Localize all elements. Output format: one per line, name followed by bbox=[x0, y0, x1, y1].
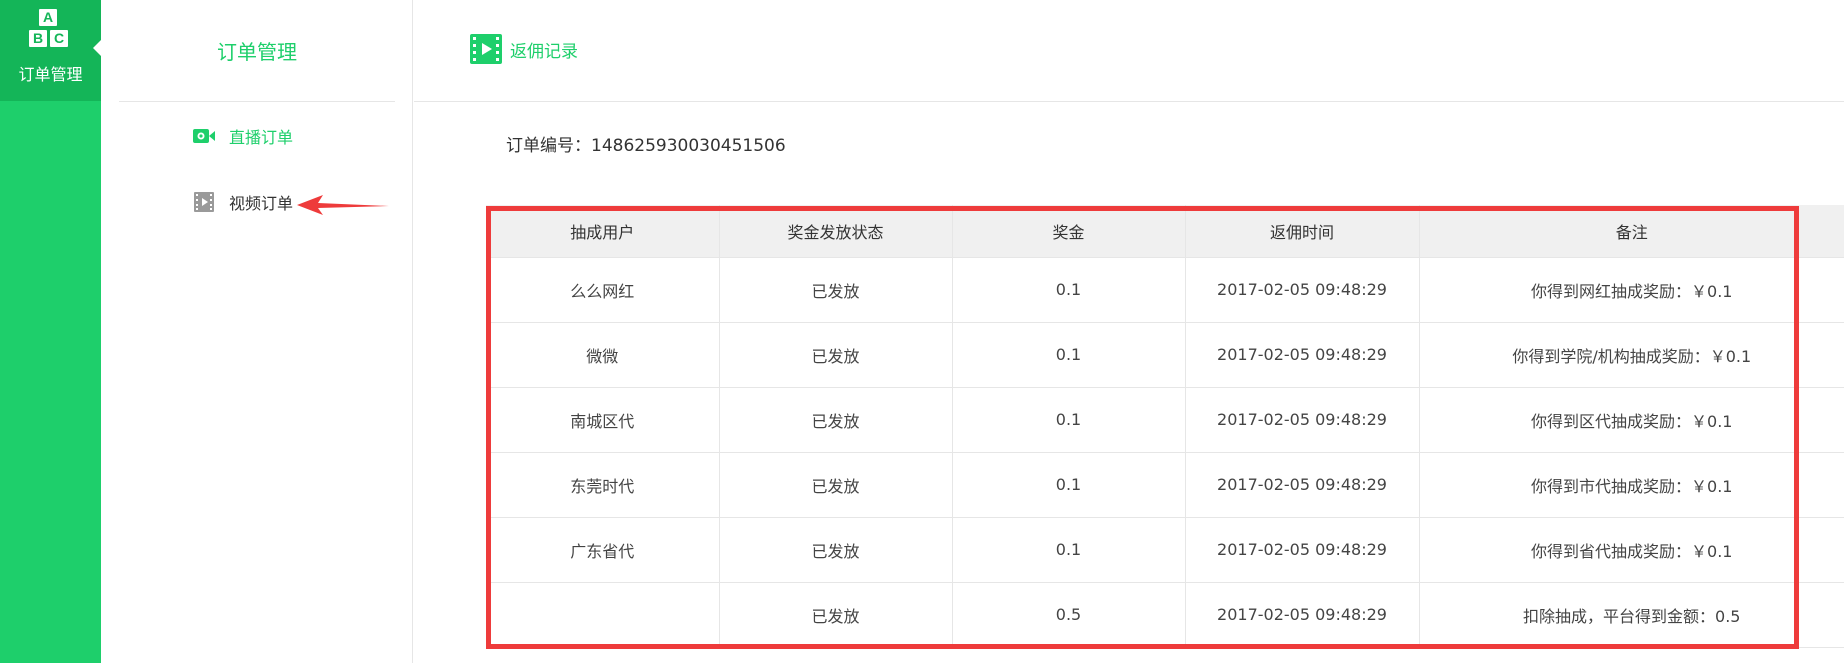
table-row: 东莞时代 已发放 0.1 2017-02-05 09:48:29 你得到市代抽成… bbox=[486, 452, 1844, 518]
table-row: 微微 已发放 0.1 2017-02-05 09:48:29 你得到学院/机构抽… bbox=[486, 322, 1844, 388]
cell-amount: 0.1 bbox=[952, 257, 1186, 323]
table-row: 广东省代 已发放 0.1 2017-02-05 09:48:29 你得到省代抽成… bbox=[486, 517, 1844, 583]
video-play-icon bbox=[470, 34, 502, 64]
submenu-title: 订单管理 bbox=[217, 40, 297, 64]
menu-item-label: 直播订单 bbox=[229, 128, 294, 147]
menu-item-live-orders[interactable]: 直播订单 bbox=[193, 124, 293, 148]
menu-item-label: 视频订单 bbox=[229, 194, 294, 213]
column-header: 返佣时间 bbox=[1185, 205, 1420, 258]
side-rail: A B C 订单管理 bbox=[0, 0, 102, 663]
table-row: 南城区代 已发放 0.1 2017-02-05 09:48:29 你得到区代抽成… bbox=[486, 387, 1844, 453]
column-header: 奖金发放状态 bbox=[719, 205, 953, 258]
table-row: 么么网红 已发放 0.1 2017-02-05 09:48:29 你得到网红抽成… bbox=[486, 257, 1844, 323]
cell-status: 已发放 bbox=[719, 582, 953, 648]
film-icon bbox=[193, 192, 215, 212]
table-header-row: 抽成用户 奖金发放状态 奖金 返佣时间 备注 bbox=[486, 205, 1844, 258]
cell-time: 2017-02-05 09:48:29 bbox=[1185, 582, 1420, 648]
cell-note: 你得到省代抽成奖励：￥0.1 bbox=[1419, 517, 1844, 583]
cell-note: 你得到网红抽成奖励：￥0.1 bbox=[1419, 257, 1844, 323]
cell-user: 广东省代 bbox=[486, 517, 720, 583]
column-header: 备注 bbox=[1419, 205, 1844, 258]
cell-note: 你得到区代抽成奖励：￥0.1 bbox=[1419, 387, 1844, 453]
cell-time: 2017-02-05 09:48:29 bbox=[1185, 322, 1420, 388]
cell-status: 已发放 bbox=[719, 452, 953, 518]
commission-table: 抽成用户 奖金发放状态 奖金 返佣时间 备注 么么网红 已发放 0.1 2017… bbox=[486, 205, 1844, 648]
cell-amount: 0.1 bbox=[952, 322, 1186, 388]
submenu-panel: 订单管理 直播订单 视频订单 bbox=[101, 0, 413, 663]
cell-time: 2017-02-05 09:48:29 bbox=[1185, 257, 1420, 323]
cell-note: 扣除抽成，平台得到金额：0.5 bbox=[1419, 582, 1844, 648]
abc-block-a: A bbox=[39, 9, 57, 26]
cell-amount: 0.1 bbox=[952, 517, 1186, 583]
red-arrow-icon bbox=[297, 195, 389, 215]
order-number-value: 148625930030451506 bbox=[591, 136, 786, 156]
order-number-label: 订单编号： bbox=[506, 136, 591, 156]
camera-icon bbox=[193, 126, 215, 146]
breadcrumb[interactable]: 返佣记录 bbox=[470, 34, 578, 64]
abc-block-c: C bbox=[50, 30, 68, 47]
cell-amount: 0.1 bbox=[952, 387, 1186, 453]
rail-item-label: 订单管理 bbox=[18, 65, 83, 84]
order-number: 订单编号：148625930030451506 bbox=[506, 131, 786, 156]
cell-status: 已发放 bbox=[719, 517, 953, 583]
cell-user: 微微 bbox=[486, 322, 720, 388]
breadcrumb-label: 返佣记录 bbox=[510, 41, 578, 62]
cell-amount: 0.1 bbox=[952, 452, 1186, 518]
cell-status: 已发放 bbox=[719, 257, 953, 323]
abc-block-b: B bbox=[29, 30, 47, 47]
submenu-divider bbox=[119, 101, 395, 102]
cell-user bbox=[486, 582, 720, 648]
cell-status: 已发放 bbox=[719, 322, 953, 388]
abc-blocks-icon: A B C bbox=[26, 9, 70, 51]
cell-note: 你得到市代抽成奖励：￥0.1 bbox=[1419, 452, 1844, 518]
main-header: 返佣记录 bbox=[414, 0, 1844, 102]
column-header: 奖金 bbox=[952, 205, 1186, 258]
cell-user: 么么网红 bbox=[486, 257, 720, 323]
table-row: 已发放 0.5 2017-02-05 09:48:29 扣除抽成，平台得到金额：… bbox=[486, 582, 1844, 648]
menu-item-video-orders[interactable]: 视频订单 bbox=[193, 190, 293, 214]
cell-time: 2017-02-05 09:48:29 bbox=[1185, 387, 1420, 453]
cell-time: 2017-02-05 09:48:29 bbox=[1185, 452, 1420, 518]
cell-status: 已发放 bbox=[719, 387, 953, 453]
cell-note: 你得到学院/机构抽成奖励：￥0.1 bbox=[1419, 322, 1844, 388]
cell-time: 2017-02-05 09:48:29 bbox=[1185, 517, 1420, 583]
rail-item-order-management[interactable]: A B C 订单管理 bbox=[0, 0, 102, 101]
column-header: 抽成用户 bbox=[486, 205, 720, 258]
cell-user: 东莞时代 bbox=[486, 452, 720, 518]
cell-user: 南城区代 bbox=[486, 387, 720, 453]
cell-amount: 0.5 bbox=[952, 582, 1186, 648]
